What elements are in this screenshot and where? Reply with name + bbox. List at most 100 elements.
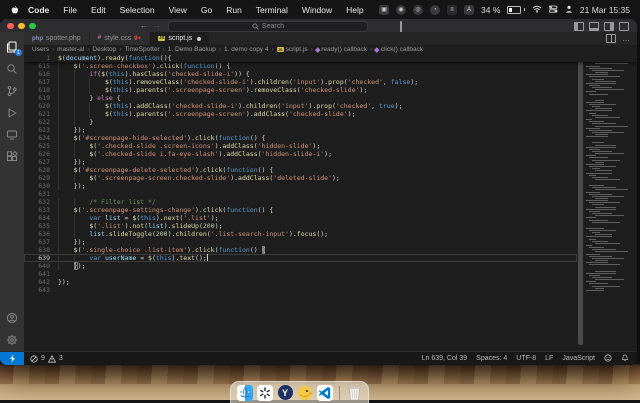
minimize-window-button[interactable] bbox=[18, 23, 25, 30]
explorer-icon[interactable]: 1 bbox=[0, 36, 24, 58]
fast-user-switch-icon[interactable] bbox=[565, 5, 573, 15]
breadcrumb-item[interactable]: click() callback bbox=[375, 46, 423, 53]
line-number[interactable]: 628 bbox=[24, 166, 58, 174]
modified-dot-icon[interactable] bbox=[197, 37, 201, 41]
editor[interactable]: 1 $(document).ready(function(){ 615 $('.… bbox=[24, 54, 637, 351]
dock-y-app-icon[interactable]: Y bbox=[277, 385, 293, 401]
dock-chatgpt-icon[interactable] bbox=[257, 385, 273, 401]
command-center-search[interactable]: Search bbox=[168, 21, 368, 32]
line-number[interactable]: 638 bbox=[24, 246, 58, 254]
line-number[interactable]: 632 bbox=[24, 198, 58, 206]
code-line[interactable]: 623 }); bbox=[24, 126, 577, 134]
line-number[interactable]: 633 bbox=[24, 206, 58, 214]
search-sidebar-icon[interactable] bbox=[0, 58, 24, 80]
code-line[interactable]: 630 }); bbox=[24, 182, 577, 190]
menu-terminal[interactable]: Terminal bbox=[249, 5, 295, 15]
line-number[interactable]: 636 bbox=[24, 230, 58, 238]
line-number[interactable]: 639 bbox=[24, 254, 58, 262]
problems-button[interactable]: 9 3 bbox=[30, 355, 63, 363]
split-editor-icon[interactable] bbox=[606, 34, 616, 43]
customize-layout-button[interactable] bbox=[619, 22, 629, 31]
code-line[interactable]: 627 }); bbox=[24, 158, 577, 166]
code-line[interactable]: 617 $(this).removeClass('checked-slide-i… bbox=[24, 78, 577, 86]
apple-menu-icon[interactable] bbox=[10, 5, 19, 15]
code-line[interactable]: 629 $('.screenpage-screen.checked-slide'… bbox=[24, 174, 577, 182]
menu-edit[interactable]: Edit bbox=[84, 5, 113, 15]
code-line[interactable]: 632 /* Filter list */ bbox=[24, 198, 577, 206]
navigate-back-icon[interactable]: ← bbox=[140, 19, 148, 32]
breadcrumb-item[interactable]: master-al bbox=[57, 46, 84, 53]
code-line[interactable]: 640 }); bbox=[24, 262, 577, 270]
menu-selection[interactable]: Selection bbox=[113, 5, 162, 15]
line-number[interactable]: 635 bbox=[24, 222, 58, 230]
code-line[interactable]: 624 $('#screenpage-hide-selected').click… bbox=[24, 134, 577, 142]
battery-percent[interactable]: 34 % bbox=[481, 5, 500, 15]
line-number[interactable]: 621 bbox=[24, 110, 58, 118]
account-icon[interactable] bbox=[0, 307, 24, 329]
menu-bar-clock[interactable]: 21 Mar 15:35 bbox=[580, 5, 630, 15]
indentation-setting[interactable]: Spaces: 4 bbox=[476, 355, 507, 362]
breadcrumb-item[interactable]: 1. Demo Backup bbox=[168, 46, 216, 53]
code-line[interactable]: 638 $('.single-choice .list-item').click… bbox=[24, 246, 577, 254]
cursor-position[interactable]: Ln 639, Col 39 bbox=[422, 355, 468, 362]
line-number[interactable]: 624 bbox=[24, 134, 58, 142]
dock-vscode-icon[interactable] bbox=[317, 385, 333, 401]
line-number[interactable]: 640 bbox=[24, 262, 58, 270]
line-number[interactable]: 630 bbox=[24, 182, 58, 190]
menu-extra-icon-5[interactable]: ≡ bbox=[447, 5, 457, 15]
menu-run[interactable]: Run bbox=[219, 5, 249, 15]
code-line[interactable]: 639 var userName = $(this).text(); bbox=[24, 254, 577, 262]
notifications-bell-icon[interactable] bbox=[621, 354, 629, 364]
source-control-icon[interactable] bbox=[0, 80, 24, 102]
code-line[interactable]: 643 bbox=[24, 286, 577, 294]
menu-code[interactable]: Code bbox=[21, 5, 56, 15]
line-number[interactable]: 623 bbox=[24, 126, 58, 134]
tab-style.css[interactable]: #style.css9+ bbox=[90, 32, 150, 45]
menu-extra-icon-4[interactable]: ◔ bbox=[430, 5, 440, 15]
menu-view[interactable]: View bbox=[162, 5, 194, 15]
wifi-icon[interactable] bbox=[532, 5, 542, 15]
breadcrumb-item[interactable]: TimeSpotter bbox=[124, 46, 159, 53]
menu-go[interactable]: Go bbox=[194, 5, 219, 15]
tab-script.js[interactable]: JSscript.js bbox=[150, 32, 210, 45]
sticky-scroll-line[interactable]: 1 $(document).ready(function(){ bbox=[24, 54, 637, 62]
battery-icon[interactable] bbox=[507, 6, 525, 14]
code-line[interactable]: 625 $('.checked-slide .screen-icons').ad… bbox=[24, 142, 577, 150]
remote-explorer-icon[interactable] bbox=[0, 124, 24, 146]
line-number[interactable]: 619 bbox=[24, 94, 58, 102]
code-line[interactable]: 618 $(this).parents('.screenpage-screen'… bbox=[24, 86, 577, 94]
dock-trash-icon[interactable] bbox=[346, 385, 362, 401]
line-number[interactable]: 634 bbox=[24, 214, 58, 222]
code-line[interactable]: 634 var list = $(this).next('.list'); bbox=[24, 214, 577, 222]
line-number[interactable]: 629 bbox=[24, 174, 58, 182]
menu-extra-icon-3[interactable]: ◎ bbox=[413, 5, 423, 15]
line-number[interactable]: 637 bbox=[24, 238, 58, 246]
encoding-setting[interactable]: UTF-8 bbox=[516, 355, 536, 362]
close-window-button[interactable] bbox=[7, 23, 14, 30]
menu-extra-icon-2[interactable]: ◉ bbox=[396, 5, 406, 15]
line-number[interactable]: 620 bbox=[24, 102, 58, 110]
feedback-smiley-icon[interactable] bbox=[604, 354, 612, 364]
toggle-panel-icon[interactable] bbox=[589, 22, 599, 31]
breadcrumb-item[interactable]: ready() callback bbox=[316, 46, 367, 53]
dock-finder-icon[interactable] bbox=[237, 385, 253, 401]
code-line[interactable]: 615 $('.screen-checkbox').click(function… bbox=[24, 62, 577, 70]
breadcrumb-item[interactable]: 1. demo copy 4 bbox=[224, 46, 268, 53]
line-number[interactable]: 642 bbox=[24, 278, 58, 286]
remote-indicator-button[interactable] bbox=[0, 352, 24, 365]
minimap[interactable] bbox=[584, 54, 632, 351]
tab-spotter.php[interactable]: phpspotter.php bbox=[24, 32, 90, 45]
settings-gear-icon[interactable] bbox=[0, 329, 24, 351]
line-number[interactable]: 643 bbox=[24, 286, 58, 294]
menu-extra-icon-6[interactable]: A bbox=[464, 5, 474, 15]
code-line[interactable]: 631 bbox=[24, 190, 577, 198]
extensions-icon[interactable] bbox=[0, 146, 24, 168]
code-line[interactable]: 635 $('.list').not(list).slideUp(200); bbox=[24, 222, 577, 230]
navigate-forward-icon[interactable]: → bbox=[153, 19, 161, 32]
code-line[interactable]: 641 bbox=[24, 270, 577, 278]
eol-setting[interactable]: LF bbox=[545, 355, 553, 362]
line-number[interactable]: 625 bbox=[24, 142, 58, 150]
toggle-primary-sidebar-icon[interactable] bbox=[574, 22, 584, 31]
code-line[interactable]: 633 $('.screenpage-settings-change').cli… bbox=[24, 206, 577, 214]
line-number[interactable]: 615 bbox=[24, 62, 58, 70]
